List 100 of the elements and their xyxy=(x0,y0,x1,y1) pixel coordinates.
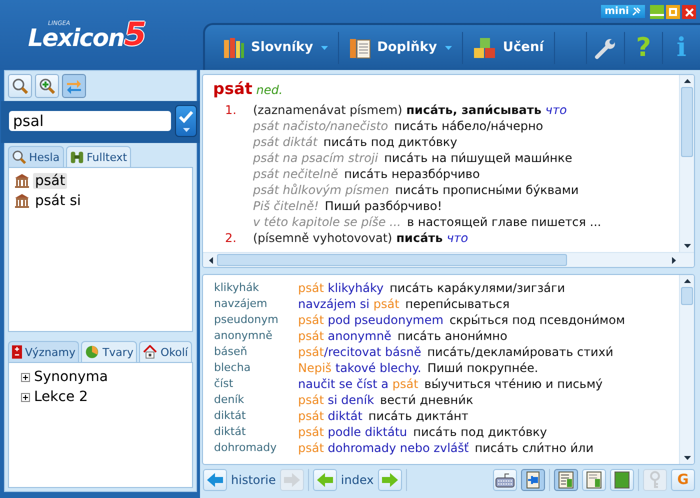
back-button[interactable] xyxy=(203,469,227,491)
headword: psát xyxy=(213,79,252,98)
notebook-button[interactable] xyxy=(610,469,634,491)
vertical-scrollbar[interactable] xyxy=(679,75,694,252)
plus-minus-icon xyxy=(12,345,22,359)
close-icon xyxy=(684,8,694,16)
notebook-button[interactable] xyxy=(582,469,606,491)
phrase: Nepiš takové blechy. xyxy=(298,360,422,376)
phrase: psát si deník xyxy=(298,392,374,408)
menu-item[interactable]: Doplňky xyxy=(339,32,463,64)
right-arrow-icon xyxy=(282,472,301,488)
pin-icon xyxy=(632,7,641,16)
zoom-in-button[interactable] xyxy=(35,74,59,98)
phrase-keyword[interactable]: navzájem xyxy=(214,296,298,312)
phrase-keyword[interactable]: pseudonym xyxy=(214,312,298,328)
building-icon xyxy=(14,193,30,209)
books-icon xyxy=(223,36,245,58)
phrase-translation: писа́ть сли́тно и́ли xyxy=(474,440,594,456)
menu-item[interactable]: Učení xyxy=(462,32,555,64)
tab[interactable]: Okolí xyxy=(139,341,192,362)
phrase-translation: Пиши́ покрупне́е. xyxy=(427,360,538,376)
example-translation: Пиши́ разбо́рчиво! xyxy=(324,198,442,214)
sense-gloss: (zaznamenávat písmem) xyxy=(253,102,402,118)
expand-icon[interactable] xyxy=(21,372,30,382)
search-field[interactable]: psal xyxy=(9,111,171,131)
phrase-translation: скры́ться под псевдони́мом xyxy=(449,312,625,328)
keyboard-icon xyxy=(495,472,515,488)
phrase-keyword[interactable]: číst xyxy=(214,376,298,392)
phrase-translation: писа́ть анони́мно xyxy=(397,328,508,344)
sense-number: 1. xyxy=(225,102,238,118)
tree-item[interactable]: Lekce 2 xyxy=(34,389,88,405)
phrase-keyword[interactable]: diktát xyxy=(214,424,298,440)
scroll-thumb[interactable] xyxy=(681,287,693,305)
phrase-translation: писа́ть дикта́нт xyxy=(368,408,468,424)
example-translation: писа́ть неразбо́рчиво xyxy=(344,166,480,182)
example-phrase: psát nečitelně xyxy=(253,166,338,182)
binoculars-icon xyxy=(70,150,84,164)
phrase: psát anonymně xyxy=(298,328,392,344)
pie-chart-icon xyxy=(85,345,100,359)
key-icon xyxy=(647,471,663,489)
building-icon xyxy=(14,173,30,189)
part-of-speech: ned. xyxy=(256,83,283,97)
notebook-icon xyxy=(586,471,602,489)
phrase: psát/recitovat básně xyxy=(298,344,422,360)
horizontal-scrollbar[interactable] xyxy=(203,252,694,267)
phrase-keyword[interactable]: blecha xyxy=(214,360,298,376)
sense-number: 2. xyxy=(225,230,238,246)
phrase-keyword[interactable]: dohromady xyxy=(214,440,298,456)
scroll-thumb[interactable] xyxy=(217,254,567,266)
nav-label: historie xyxy=(231,473,276,487)
phrase: psát klikyháky xyxy=(298,280,384,296)
tree-item[interactable]: Synonyma xyxy=(34,369,108,385)
tab[interactable]: Fulltext xyxy=(66,146,132,167)
keyboard-button[interactable] xyxy=(493,469,517,491)
menu-item[interactable]: Slovníky xyxy=(213,32,340,64)
search-button[interactable] xyxy=(8,74,32,98)
translation: писа́ть xyxy=(396,230,443,246)
object-hint: что xyxy=(446,230,468,246)
swap-arrows-icon xyxy=(66,78,82,94)
object-hint: что xyxy=(545,102,567,118)
right-arrow-icon xyxy=(380,472,399,488)
phrase-translation: вести́ дневни́к xyxy=(380,392,474,408)
tab[interactable]: Hesla xyxy=(8,146,64,167)
scroll-thumb[interactable] xyxy=(681,87,693,157)
example-phrase: psát na psacím stroji xyxy=(253,150,378,166)
result-item[interactable]: psát si xyxy=(14,191,83,211)
caret-icon xyxy=(182,128,190,132)
confirm-button[interactable] xyxy=(175,105,197,137)
blocks-icon xyxy=(472,36,497,58)
vertical-scrollbar[interactable] xyxy=(679,275,694,464)
search-icon xyxy=(12,150,26,164)
phrase: psát podle diktátu xyxy=(298,424,408,440)
phrase-keyword[interactable]: diktát xyxy=(214,408,298,424)
phrase-keyword[interactable]: báseň xyxy=(214,344,298,360)
phrase-keyword[interactable]: klikyhák xyxy=(214,280,298,296)
phrase-translation: писа́ть под дикто́вку xyxy=(413,424,548,440)
pin-button[interactable] xyxy=(521,469,545,491)
tab[interactable]: Tvary xyxy=(81,341,138,362)
close-button[interactable] xyxy=(682,5,696,19)
phrase-keyword[interactable]: deník xyxy=(214,392,298,408)
book-page-icon xyxy=(349,36,372,58)
caret-icon xyxy=(321,46,328,50)
notebook-icon xyxy=(558,471,574,489)
example-translation: писа́ть прописны́ми бу́квами xyxy=(395,182,579,198)
expand-icon[interactable] xyxy=(21,392,30,402)
phrase-keyword[interactable]: anonymně xyxy=(214,328,298,344)
phrase: psát pod pseudonymem xyxy=(298,312,444,328)
notebook-icon xyxy=(614,471,630,489)
translation: писа́ть, запи́сывать xyxy=(406,102,542,118)
example-phrase: psát hůlkovým písmen xyxy=(253,182,390,198)
notebook-button[interactable] xyxy=(554,469,578,491)
phrase-translation: вы́учиться чте́нию и письму́ xyxy=(424,376,603,392)
phrase-translation: писа́ть/деклами́ровать стихи́ xyxy=(427,344,614,360)
zoom-in-icon xyxy=(39,78,55,94)
tab[interactable]: Významy xyxy=(8,341,80,362)
example-translation: писа́ть на́бело/на́черно xyxy=(394,118,544,134)
nav-label: index xyxy=(340,473,374,487)
house-icon xyxy=(143,345,158,359)
checkmark-icon xyxy=(178,110,194,124)
example-translation: в настоящей главе пишется ... xyxy=(407,214,602,230)
